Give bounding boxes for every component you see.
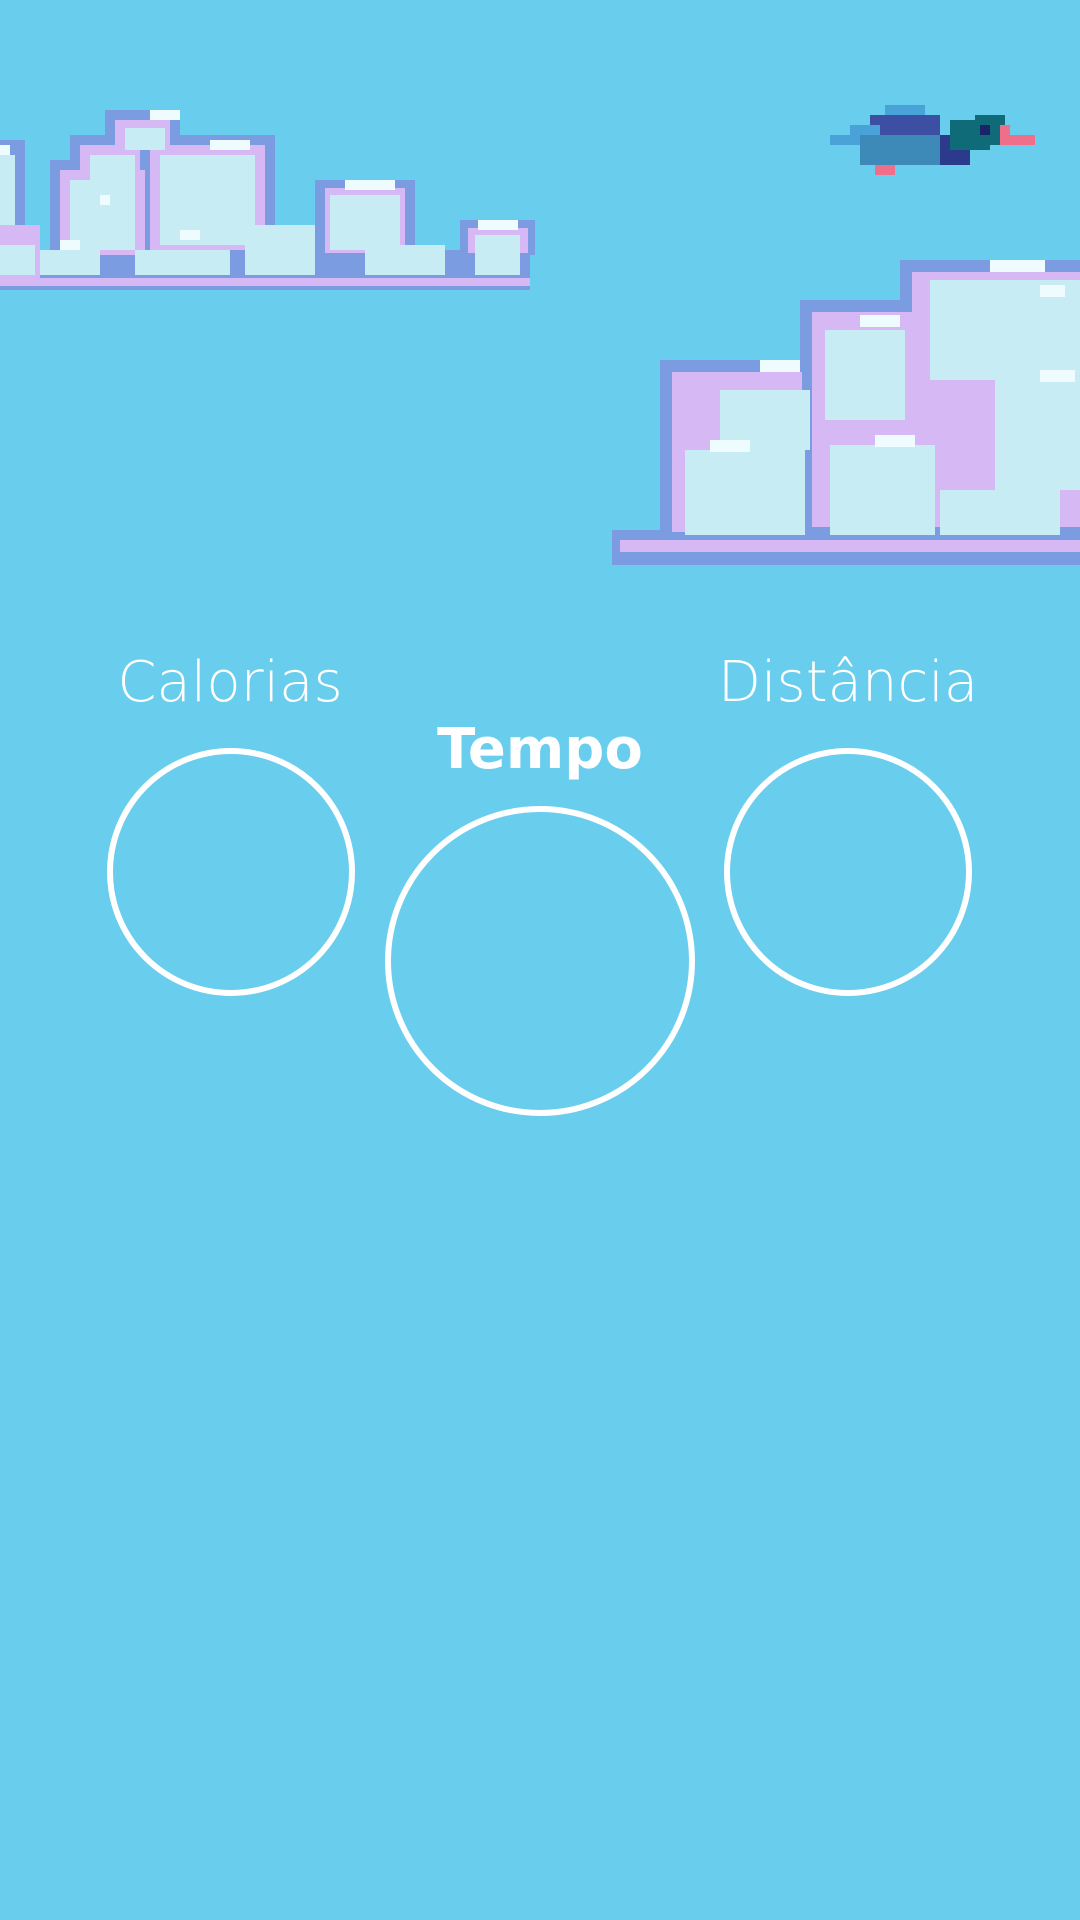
distance-ring[interactable] bbox=[724, 748, 972, 996]
time-ring[interactable] bbox=[385, 806, 695, 1116]
calories-ring[interactable] bbox=[107, 748, 355, 996]
game-scene: Calorias Tempo Distância bbox=[0, 0, 1080, 1920]
cloud-right-icon bbox=[612, 260, 1080, 565]
duck-icon bbox=[830, 105, 1035, 175]
distance-label: Distância bbox=[717, 650, 979, 715]
calories-label: Calorias bbox=[117, 650, 343, 715]
cloud-top-left-icon bbox=[0, 110, 535, 290]
time-label: Tempo bbox=[437, 717, 643, 782]
